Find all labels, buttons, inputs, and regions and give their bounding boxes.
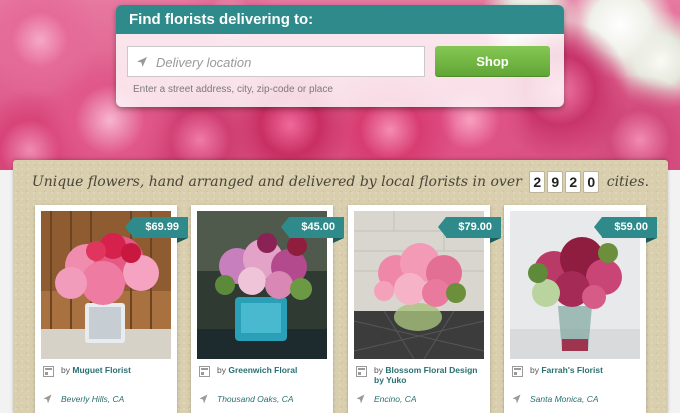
florist-name-link[interactable]: Muguet Florist: [72, 365, 131, 375]
florist-name-link[interactable]: Greenwich Floral: [228, 365, 297, 375]
counter-digit: 2: [565, 171, 582, 193]
location-arrow-icon: [512, 394, 521, 404]
city-link[interactable]: Thousand Oaks, CA: [217, 394, 294, 404]
storefront-icon: [43, 366, 54, 377]
counter-digit: 0: [583, 171, 600, 193]
florist-line: by Muguet Florist: [61, 365, 173, 375]
counter-digit: 9: [547, 171, 564, 193]
counter-digit: 2: [529, 171, 546, 193]
city-counter: 2920: [528, 171, 600, 193]
florist-line: by Blossom Floral Design by Yuko: [374, 365, 486, 385]
price-tag: $79.00: [438, 217, 501, 243]
delivery-location-input[interactable]: [154, 47, 423, 78]
storefront-icon: [356, 366, 367, 377]
product-card[interactable]: $45.00 by Greenwich Floral Thousand Oaks…: [191, 205, 344, 413]
florist-line: by Greenwich Floral: [217, 365, 329, 375]
tagline-suffix: cities.: [606, 174, 650, 190]
price-tag: $69.99: [125, 217, 188, 243]
florist-name-link[interactable]: Blossom Floral Design by Yuko: [374, 365, 477, 385]
search-helper-text: Enter a street address, city, zip-code o…: [133, 84, 333, 95]
by-label: by: [374, 365, 383, 375]
storefront-icon: [512, 366, 523, 377]
storefront-icon: [199, 366, 210, 377]
tagline: Unique flowers, hand arranged and delive…: [13, 171, 668, 193]
price-tag: $59.00: [594, 217, 657, 243]
florist-listing-board: Unique flowers, hand arranged and delive…: [13, 160, 668, 413]
location-arrow-icon: [356, 394, 365, 404]
city-link[interactable]: Santa Monica, CA: [530, 394, 599, 404]
search-body: Shop Enter a street address, city, zip-c…: [116, 34, 564, 107]
product-card[interactable]: $79.00 by Blossom Floral Design by Yuko …: [348, 205, 501, 413]
location-arrow-icon: [199, 394, 208, 404]
florist-name-link[interactable]: Farrah's Florist: [541, 365, 603, 375]
shop-button[interactable]: Shop: [435, 46, 550, 77]
delivery-location-field[interactable]: [127, 46, 425, 78]
location-arrow-icon: [43, 394, 52, 404]
search-title: Find florists delivering to:: [116, 5, 564, 34]
by-label: by: [61, 365, 70, 375]
by-label: by: [530, 365, 539, 375]
search-panel: Find florists delivering to: Shop Enter …: [116, 5, 564, 107]
price-tag: $45.00: [281, 217, 344, 243]
florist-line: by Farrah's Florist: [530, 365, 642, 375]
product-card[interactable]: $59.00 by Farrah's Florist Santa Monica,…: [504, 205, 657, 413]
city-link[interactable]: Encino, CA: [374, 394, 417, 404]
product-card[interactable]: $69.99 by Muguet Florist Beverly Hills, …: [35, 205, 188, 413]
location-arrow-icon: [137, 57, 147, 67]
tagline-text: Unique flowers, hand arranged and delive…: [31, 174, 522, 190]
by-label: by: [217, 365, 226, 375]
city-link[interactable]: Beverly Hills, CA: [61, 394, 124, 404]
